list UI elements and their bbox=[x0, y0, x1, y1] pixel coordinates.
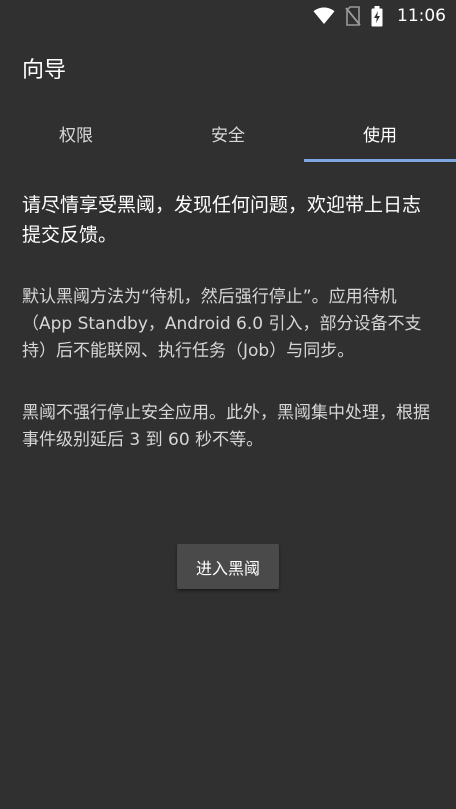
clock: 11:06 bbox=[397, 6, 446, 26]
wifi-icon bbox=[313, 7, 335, 25]
status-bar: 11:06 bbox=[0, 0, 456, 32]
tab-bar: 权限 安全 使用 bbox=[0, 104, 456, 162]
app-bar: 向导 bbox=[0, 32, 456, 104]
tab-usage[interactable]: 使用 bbox=[304, 104, 456, 162]
no-sim-icon bbox=[345, 6, 361, 26]
content-area: 请尽情享受黑阈，发现任何问题，欢迎带上日志提交反馈。 默认黑阈方法为“待机，然后… bbox=[22, 190, 434, 450]
status-icons: 11:06 bbox=[313, 0, 446, 32]
tab-permissions[interactable]: 权限 bbox=[0, 104, 152, 162]
tab-security[interactable]: 安全 bbox=[152, 104, 304, 162]
welcome-headline: 请尽情享受黑阈，发现任何问题，欢迎带上日志提交反馈。 bbox=[22, 194, 422, 246]
battery-icon bbox=[371, 5, 383, 27]
method-description: 默认黑阈方法为“待机，然后强行停止”。应用待机（App Standby，Andr… bbox=[22, 287, 422, 361]
enter-button[interactable]: 进入黑阈 bbox=[177, 544, 279, 589]
policy-description: 黑阈不强行停止安全应用。此外，黑阈集中处理，根据事件级别延后 3 到 60 秒不… bbox=[22, 403, 430, 450]
page-title: 向导 bbox=[22, 58, 67, 83]
